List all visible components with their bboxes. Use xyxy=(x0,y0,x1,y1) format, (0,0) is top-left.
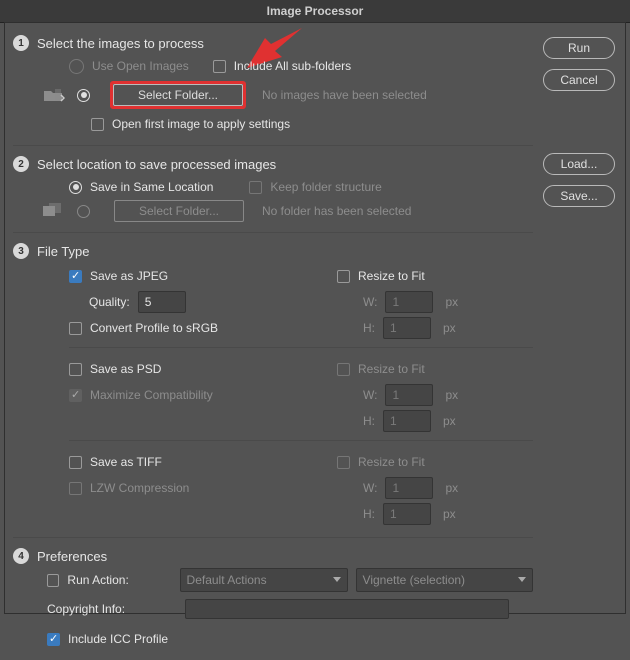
radio-use-open-images xyxy=(69,59,84,74)
section3-title: File Type xyxy=(37,244,90,259)
label-use-open-images: Use Open Images xyxy=(92,59,189,73)
checkbox-keep-folder-structure xyxy=(249,181,262,194)
input-copyright[interactable] xyxy=(185,599,509,619)
label-include-subfolders: Include All sub-folders xyxy=(234,59,351,73)
section-file-type: 3 File Type Save as JPEG Resize to Fit Q… xyxy=(13,232,533,537)
radio-select-folder[interactable] xyxy=(77,89,90,102)
label-open-first-image: Open first image to apply settings xyxy=(112,117,290,131)
label-copyright: Copyright Info: xyxy=(47,602,177,616)
label-jpeg-h: H: xyxy=(363,321,375,335)
checkbox-tiff-resize xyxy=(337,456,350,469)
input-quality[interactable] xyxy=(138,291,186,313)
checkbox-jpeg-resize[interactable] xyxy=(337,270,350,283)
run-button[interactable]: Run xyxy=(543,37,615,59)
no-images-status: No images have been selected xyxy=(262,88,427,102)
step-badge-3: 3 xyxy=(13,243,29,259)
section-select-images: 1 Select the images to process Use Open … xyxy=(13,31,533,145)
no-folder-status: No folder has been selected xyxy=(262,204,411,218)
label-psd-resize: Resize to Fit xyxy=(358,362,425,376)
select-action[interactable]: Vignette (selection) xyxy=(356,568,533,592)
input-tiff-w xyxy=(385,477,433,499)
label-psd-h: H: xyxy=(363,414,375,428)
checkbox-convert-srgb[interactable] xyxy=(69,322,82,335)
label-jpeg-w: W: xyxy=(363,295,377,309)
input-psd-h xyxy=(383,410,431,432)
label-run-action: Run Action: xyxy=(67,573,171,587)
section-save-location: 2 Select location to save processed imag… xyxy=(13,145,533,232)
label-lzw: LZW Compression xyxy=(90,481,189,495)
chevron-down-icon xyxy=(333,577,341,582)
checkbox-psd-resize xyxy=(337,363,350,376)
save-folder-icon xyxy=(43,203,65,219)
unit-jpeg-h: px xyxy=(443,321,456,335)
label-jpeg-resize: Resize to Fit xyxy=(358,269,425,283)
select-folder-highlight: Select Folder... xyxy=(110,81,246,109)
open-folder-icon xyxy=(43,87,65,103)
radio-same-location[interactable] xyxy=(69,181,82,194)
input-jpeg-h xyxy=(383,317,431,339)
checkbox-lzw xyxy=(69,482,82,495)
checkbox-maximize-compat xyxy=(69,389,82,402)
unit-tiff-w: px xyxy=(445,481,458,495)
input-psd-w xyxy=(385,384,433,406)
chevron-down-icon xyxy=(518,577,526,582)
unit-psd-h: px xyxy=(443,414,456,428)
label-psd-w: W: xyxy=(363,388,377,402)
unit-tiff-h: px xyxy=(443,507,456,521)
checkbox-open-first-image[interactable] xyxy=(91,118,104,131)
checkbox-save-jpeg[interactable] xyxy=(69,270,82,283)
input-tiff-h xyxy=(383,503,431,525)
select-folder-button[interactable]: Select Folder... xyxy=(113,84,243,106)
step-badge-4: 4 xyxy=(13,548,29,564)
save-select-folder-button[interactable]: Select Folder... xyxy=(114,200,244,222)
step-badge-1: 1 xyxy=(13,35,29,51)
label-save-jpeg: Save as JPEG xyxy=(90,269,168,283)
label-same-location: Save in Same Location xyxy=(90,180,213,194)
label-tiff-w: W: xyxy=(363,481,377,495)
section1-title: Select the images to process xyxy=(37,36,204,51)
label-quality: Quality: xyxy=(89,295,130,309)
label-maximize-compat: Maximize Compatibility xyxy=(90,388,213,402)
label-tiff-resize: Resize to Fit xyxy=(358,455,425,469)
checkbox-include-icc[interactable] xyxy=(47,633,60,646)
section4-title: Preferences xyxy=(37,549,107,564)
unit-jpeg-w: px xyxy=(445,295,458,309)
checkbox-run-action[interactable] xyxy=(47,574,59,587)
step-badge-2: 2 xyxy=(13,156,29,172)
label-save-psd: Save as PSD xyxy=(90,362,161,376)
checkbox-save-psd[interactable] xyxy=(69,363,82,376)
cancel-button[interactable]: Cancel xyxy=(543,69,615,91)
load-button[interactable]: Load... xyxy=(543,153,615,175)
label-include-icc: Include ICC Profile xyxy=(68,632,168,646)
label-tiff-h: H: xyxy=(363,507,375,521)
section-preferences: 4 Preferences Run Action: Default Action… xyxy=(13,537,533,660)
save-button[interactable]: Save... xyxy=(543,185,615,207)
radio-save-select-folder[interactable] xyxy=(77,205,90,218)
label-convert-srgb: Convert Profile to sRGB xyxy=(90,321,218,335)
checkbox-save-tiff[interactable] xyxy=(69,456,82,469)
label-keep-folder-structure: Keep folder structure xyxy=(270,180,381,194)
section2-title: Select location to save processed images xyxy=(37,157,276,172)
input-jpeg-w xyxy=(385,291,433,313)
window-title: Image Processor xyxy=(0,0,630,23)
unit-psd-w: px xyxy=(445,388,458,402)
label-save-tiff: Save as TIFF xyxy=(90,455,162,469)
select-action-set[interactable]: Default Actions xyxy=(180,568,348,592)
checkbox-include-subfolders[interactable] xyxy=(213,60,226,73)
